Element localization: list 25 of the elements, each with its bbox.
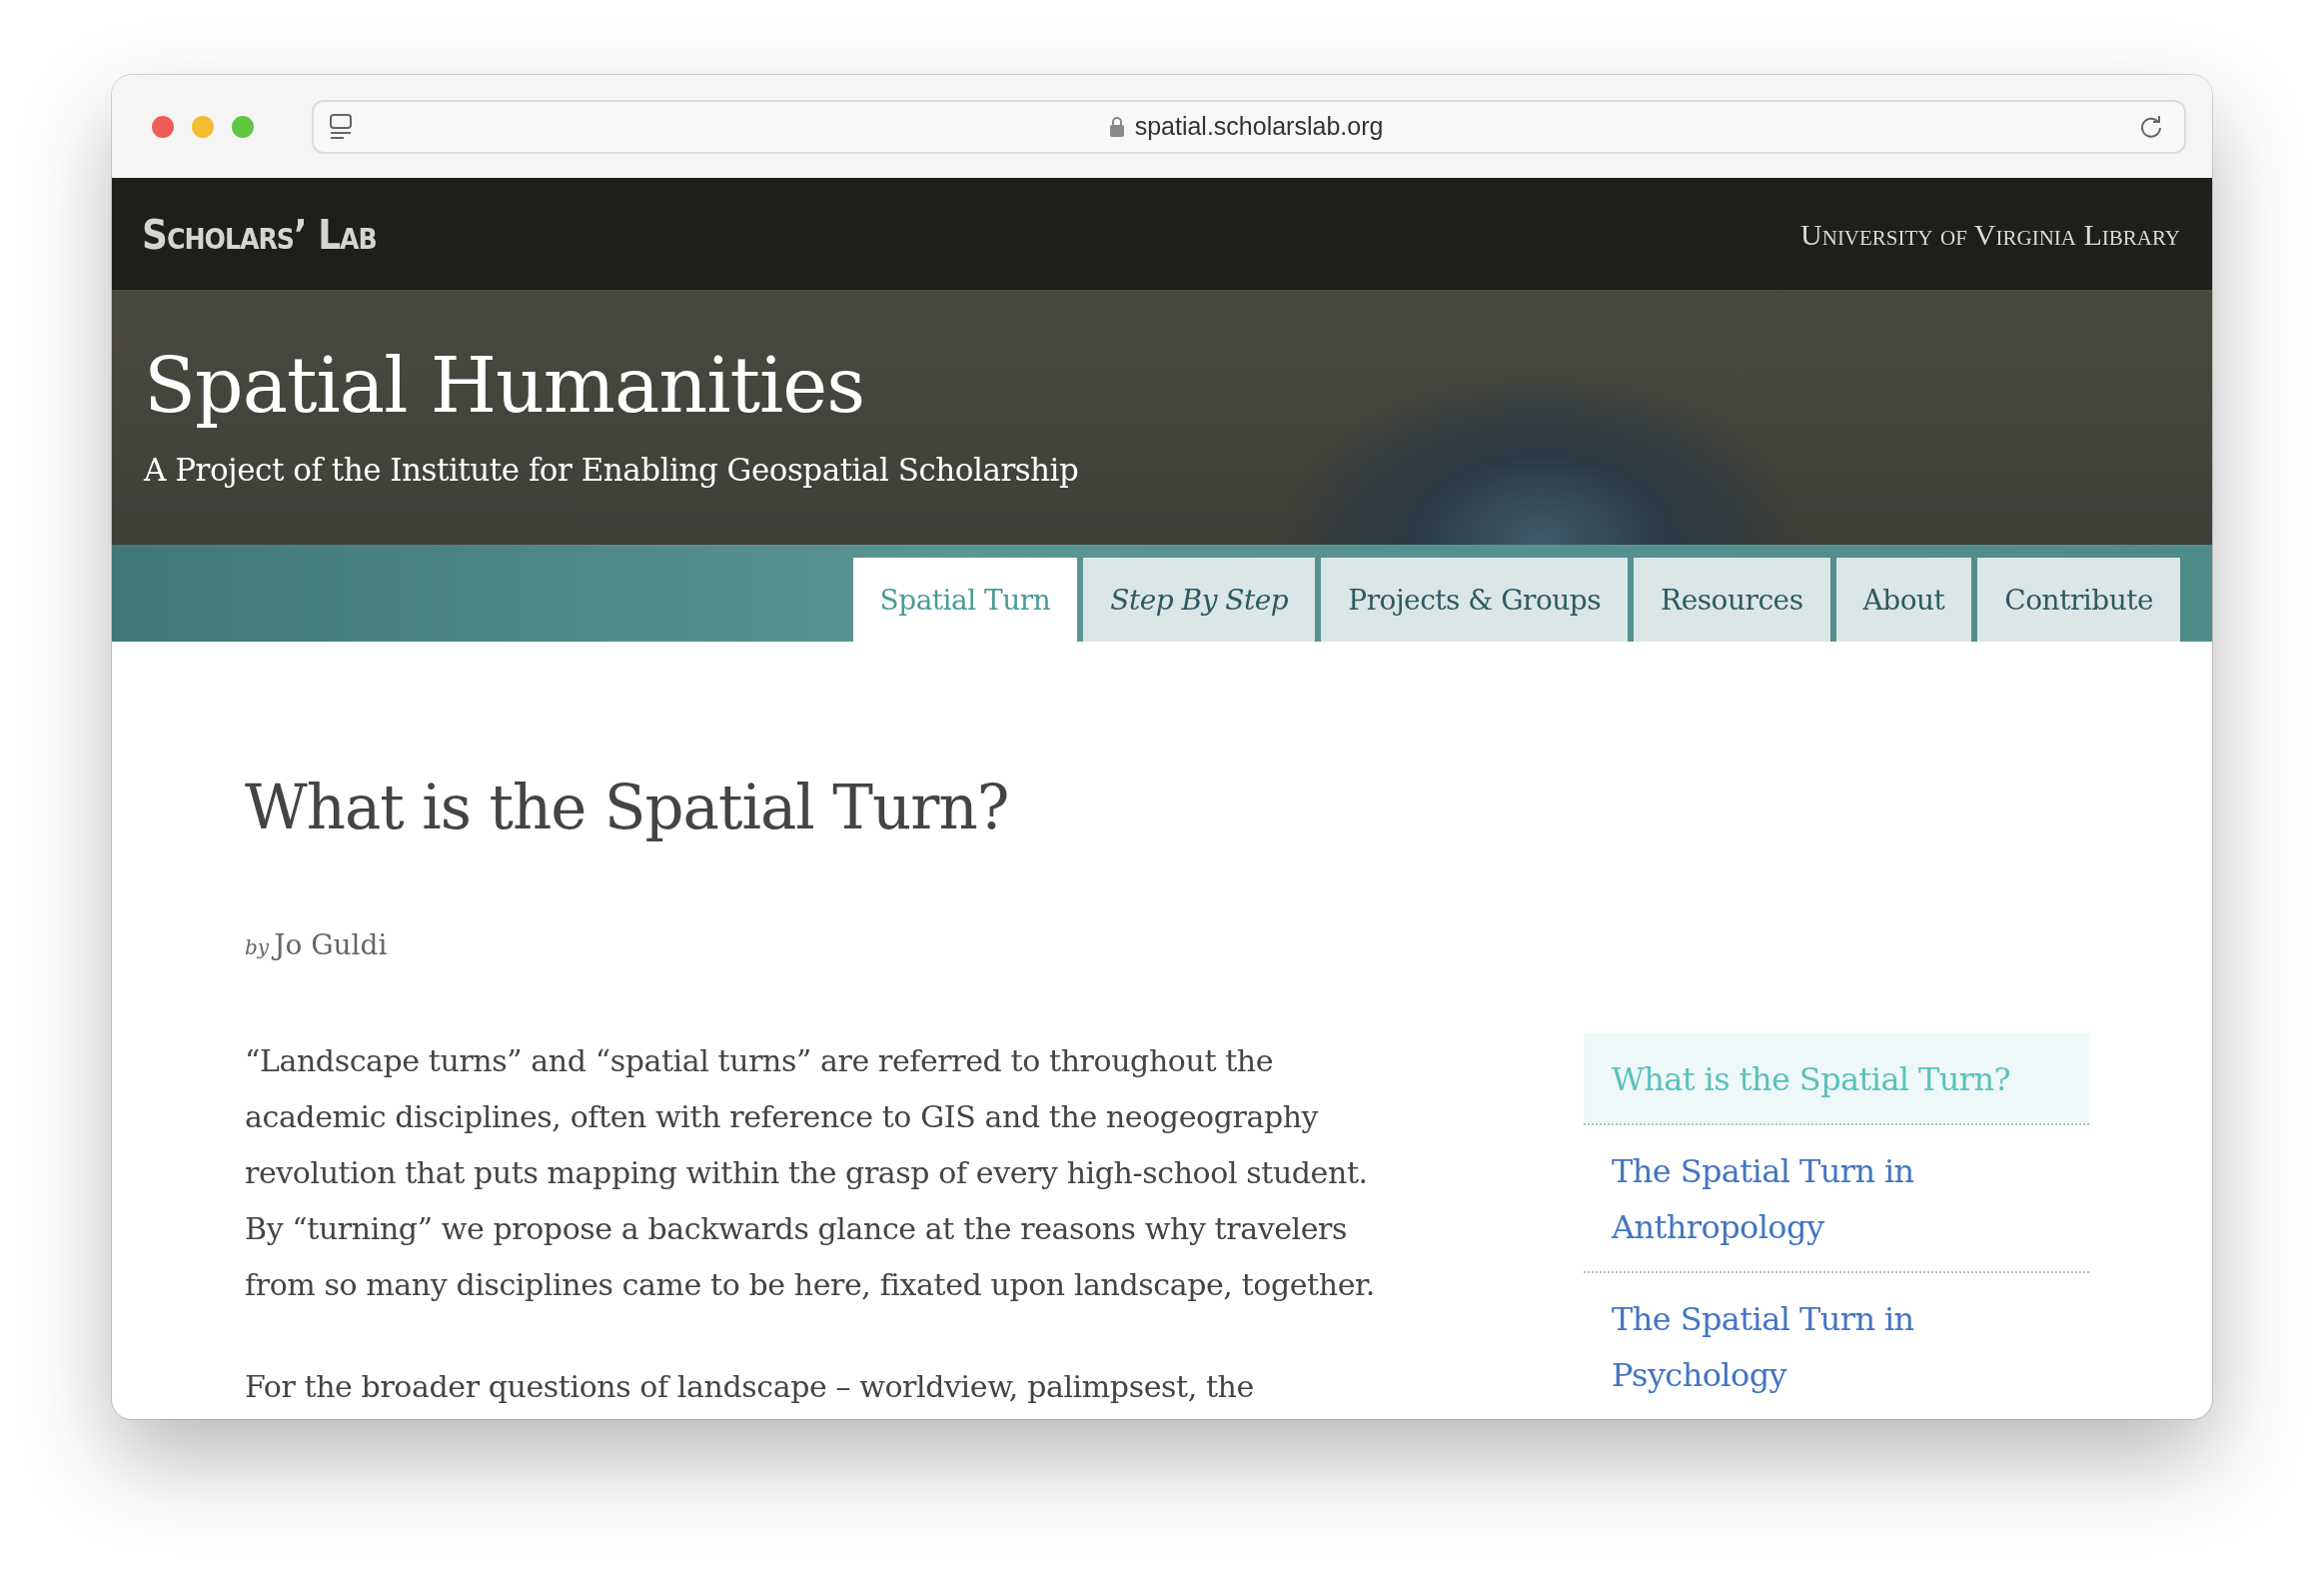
library-logo[interactable]: University of Virginia Library: [1800, 218, 2180, 252]
author-name: Jo Guldi: [274, 928, 388, 961]
sidebar-icon[interactable]: [328, 112, 354, 141]
scholars-lab-logo[interactable]: Scholars’ Lab: [142, 212, 377, 258]
site-title[interactable]: Spatial Humanities: [144, 346, 2212, 426]
nav-tab[interactable]: Step By Step: [1083, 558, 1316, 642]
close-icon[interactable]: [152, 115, 174, 138]
maximize-icon[interactable]: [232, 115, 254, 138]
url-text: spatial.scholarslab.org: [1134, 112, 1384, 141]
nav-tab[interactable]: Resources: [1634, 558, 1830, 642]
article-paragraph: “Landscape turns” and “spatial turns” are referred to throughout the academic disciplines, often with reference to GIS and the neogeography revolution that puts mapping within the grasp of every high-school student. By “turning” we propose a backwards glance at the reasons why travelers from so many disciplines came to be here, fixated upon landscape, together.: [245, 1042, 1376, 1304]
site-subtitle: A Project of the Institute for Enabling Geospatial Scholarship: [144, 451, 1080, 488]
nav-tab[interactable]: Spatial Turn: [852, 558, 1078, 642]
reload-icon[interactable]: [2138, 113, 2164, 140]
article-paragraph: For the broader questions of landscape – worldview, palimpsest, the: [245, 1368, 1255, 1406]
minimize-icon[interactable]: [192, 115, 214, 138]
lock-icon: [1108, 115, 1125, 138]
nav-tab[interactable]: Projects & Groups: [1321, 558, 1629, 642]
nav-tab[interactable]: Contribute: [1977, 558, 2180, 642]
address-bar[interactable]: spatial.scholarslab.org: [312, 99, 2186, 154]
byline-prefix: by: [245, 935, 270, 959]
sidebar-link[interactable]: The Spatial Turn in Psychology: [1584, 1273, 2089, 1419]
sidebar-link[interactable]: The Spatial Turn in Anthropology: [1584, 1125, 2089, 1273]
article-title: What is the Spatial Turn?: [245, 772, 1010, 842]
nav-tab[interactable]: About: [1835, 558, 1972, 642]
